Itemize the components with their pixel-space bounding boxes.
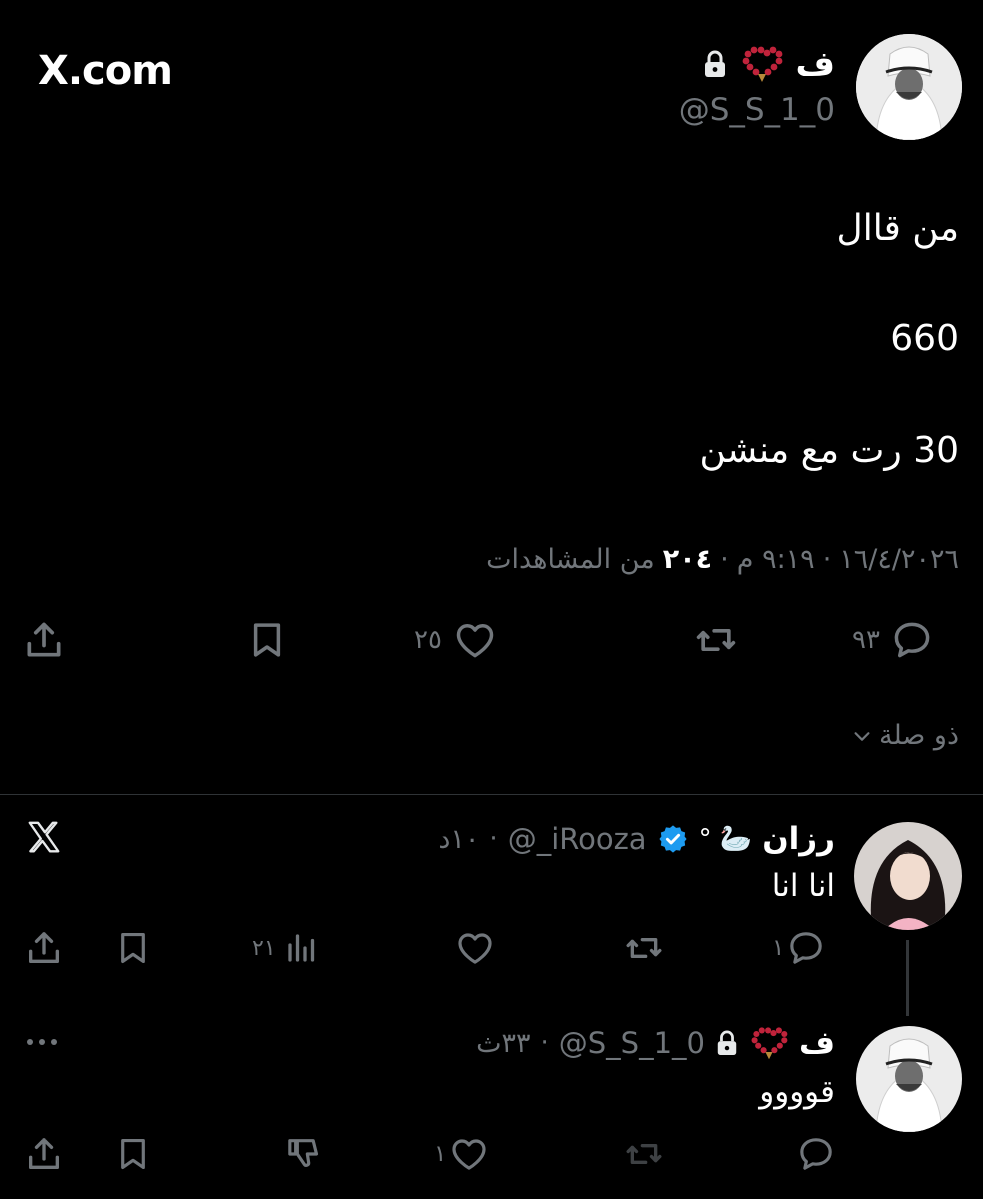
like-count: ٢٥ [414,625,442,655]
related-label: ذو صلة [879,720,959,751]
reply2-like-button[interactable]: ١ [434,1134,490,1174]
reply2-avatar[interactable] [856,1026,962,1132]
reply1-like-button[interactable] [454,928,496,968]
thread-line [906,940,909,1016]
author-name[interactable]: ف [796,44,836,84]
reply1-handle[interactable]: @_iRooza [508,822,647,856]
reply2-bookmark-button[interactable] [114,1134,152,1174]
reply1-text: انا انا [771,868,835,904]
tweet-date[interactable]: ١٦/٤/٢٠٢٦ [839,544,959,575]
tweet-text-line-1: من قاال [836,208,959,249]
thumbs-down-icon [288,1139,319,1167]
prayer-beads-icon [749,1025,789,1061]
reply1-name-decor: 🦢 ° [698,824,753,854]
retweet-icon [696,629,736,651]
heart-icon [458,933,492,964]
share-icon [29,1138,59,1169]
reply1-retweet-button[interactable] [622,928,666,968]
reply-button[interactable]: ٩٣ [852,618,934,662]
reply2-handle[interactable]: @S_S_1_0 [559,1026,705,1060]
chevron-down-icon [851,725,873,747]
reply1-reply-button[interactable]: ١ [772,928,826,968]
reply1-views-button[interactable]: ٢١ [252,928,320,968]
reply1-name[interactable]: رزان [762,821,835,857]
reply2-share-button[interactable] [24,1134,64,1174]
tweet-text-line-2: 660 [890,318,959,359]
reply1-views-count: ٢١ [252,935,276,961]
reply1-header: رزان 🦢 ° @_iRooza · ١٠د [438,818,835,860]
bookmark-button[interactable] [246,618,288,662]
x-logo-icon [24,818,64,856]
related-link[interactable]: ذو صلة [851,720,959,751]
reply-count: ٩٣ [852,625,880,655]
lock-icon [715,1029,739,1057]
tweet-time[interactable]: ٩:١٩ م [737,544,815,575]
prayer-beads-icon [740,44,784,84]
bookmark-icon [121,932,145,964]
author-name-row: ف [702,44,836,84]
tweet-text-line-3: 30 رت مع منشن [699,430,959,471]
heart-icon [452,618,498,662]
reply1-bookmark-button[interactable] [114,928,152,968]
verified-badge-icon [657,823,689,855]
retweet-button[interactable] [692,618,740,662]
site-watermark: X.com [38,48,173,94]
reply2-dislike-button[interactable] [284,1134,324,1174]
share-button[interactable] [22,618,66,662]
share-icon [27,622,61,657]
reply-icon [786,928,826,968]
meta-separator: · [720,544,729,575]
meta-separator: · [540,1028,549,1058]
reply1-avatar[interactable] [854,822,962,930]
reply1-time[interactable]: ١٠د [438,824,479,855]
views-label: من المشاهدات [486,544,655,575]
reply-icon [800,1138,832,1170]
tweet-meta: ١٦/٤/٢٠٢٦ · ٩:١٩ م · ٢٠٤ من المشاهدات [486,544,959,575]
meta-separator: · [489,824,498,854]
reply2-name[interactable]: ف [799,1025,835,1061]
section-divider [0,794,983,795]
meta-separator: · [822,544,832,575]
reply2-reply-button[interactable] [796,1134,836,1174]
reply2-text: قوووو [759,1074,835,1110]
reply-icon [890,618,934,662]
reply1-share-button[interactable] [24,928,64,968]
author-avatar[interactable] [856,34,962,140]
reply2-time[interactable]: ٣٣ث [476,1028,530,1059]
bookmark-icon [253,623,281,657]
views-count: ٢٠٤ [662,544,713,575]
share-icon [29,932,59,963]
author-handle[interactable]: @S_S_1_0 [679,92,835,128]
retweet-icon [626,938,662,958]
reply2-header: ف @S_S_1_0 · ٣٣ث [476,1022,835,1064]
reply2-retweet-button[interactable] [622,1134,666,1174]
analytics-icon [284,928,320,968]
reply2-like-count: ١ [434,1141,447,1167]
heart-icon [448,1134,490,1174]
reply1-reply-count: ١ [772,935,785,961]
lock-icon [702,49,728,79]
like-button[interactable]: ٢٥ [414,618,498,662]
more-options-icon[interactable] [24,1030,60,1054]
bookmark-icon [121,1138,145,1170]
retweet-icon [626,1144,662,1164]
